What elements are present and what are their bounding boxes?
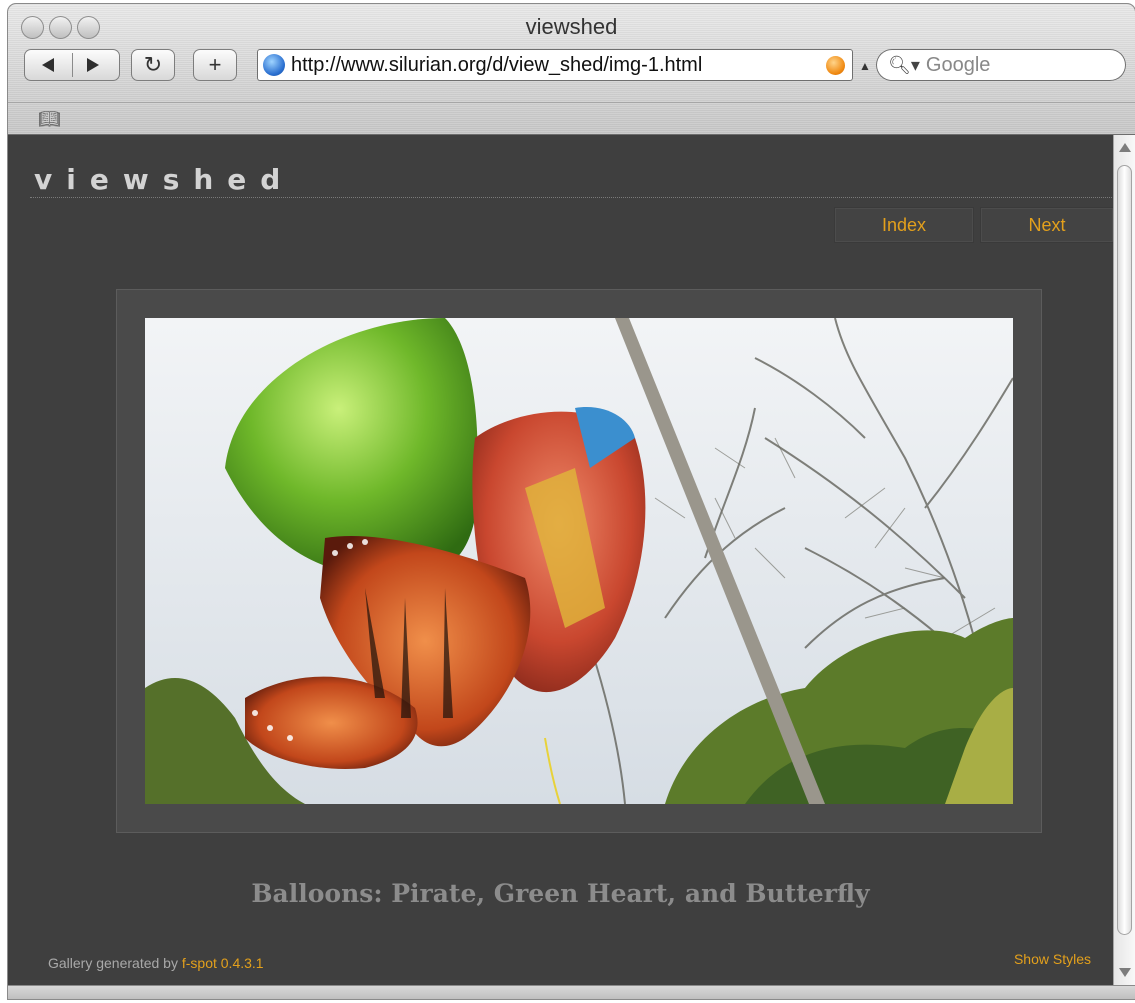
forward-icon[interactable] xyxy=(87,58,99,72)
reload-icon: ↻ xyxy=(143,52,163,77)
logo-divider xyxy=(30,197,1112,198)
address-bar[interactable]: http://www.silurian.org/d/view_shed/img-… xyxy=(257,49,853,81)
browser-chrome: viewshed ↻ + http://www.silurian.org/d/v… xyxy=(8,4,1135,135)
reload-button[interactable]: ↻ xyxy=(131,49,175,81)
vertical-scrollbar[interactable] xyxy=(1113,135,1135,985)
window-title: viewshed xyxy=(525,14,618,39)
status-bar xyxy=(8,985,1135,999)
show-styles-link[interactable]: Show Styles xyxy=(1014,951,1091,967)
add-bookmark-icon: + xyxy=(208,52,222,77)
gallery-photo[interactable] xyxy=(145,318,1013,804)
credit-text: Gallery generated by xyxy=(48,955,182,971)
address-text[interactable]: http://www.silurian.org/d/view_shed/img-… xyxy=(291,54,702,77)
page-content: viewshed Index Next Balloons: Pirate, Gr… xyxy=(8,135,1114,985)
browser-window: viewshed ↻ + http://www.silurian.org/d/v… xyxy=(8,4,1135,999)
site-logo: viewshed xyxy=(34,163,295,196)
index-link[interactable]: Index xyxy=(834,207,974,243)
add-bookmark-button[interactable]: + xyxy=(193,49,237,81)
photo-caption: Balloons: Pirate, Green Heart, and Butte… xyxy=(251,879,870,908)
back-icon[interactable] xyxy=(42,58,54,72)
scroll-thumb[interactable] xyxy=(1117,165,1132,935)
back-forward-control xyxy=(24,49,120,81)
bookmarks-book-icon[interactable]: 📖︎ xyxy=(38,109,61,130)
search-field[interactable]: 🔍︎▾ Google xyxy=(876,49,1126,81)
globe-icon xyxy=(263,54,285,76)
rss-icon[interactable] xyxy=(826,56,845,75)
divider xyxy=(72,53,73,77)
scroll-down-icon[interactable] xyxy=(1119,968,1131,977)
address-caret-icon: ▲ xyxy=(859,59,871,73)
generator-link[interactable]: f-spot 0.4.3.1 xyxy=(182,955,264,971)
scroll-up-icon[interactable] xyxy=(1119,143,1131,152)
search-placeholder: Google xyxy=(925,53,991,76)
balloons-photo-image xyxy=(145,318,1013,804)
bookmarks-bar: 📖︎ xyxy=(8,102,1135,135)
photo-frame xyxy=(116,289,1042,833)
search-icon[interactable]: 🔍︎▾ xyxy=(888,55,920,76)
gallery-credit: Gallery generated by f-spot 0.4.3.1 xyxy=(48,955,264,971)
next-link[interactable]: Next xyxy=(980,207,1114,243)
